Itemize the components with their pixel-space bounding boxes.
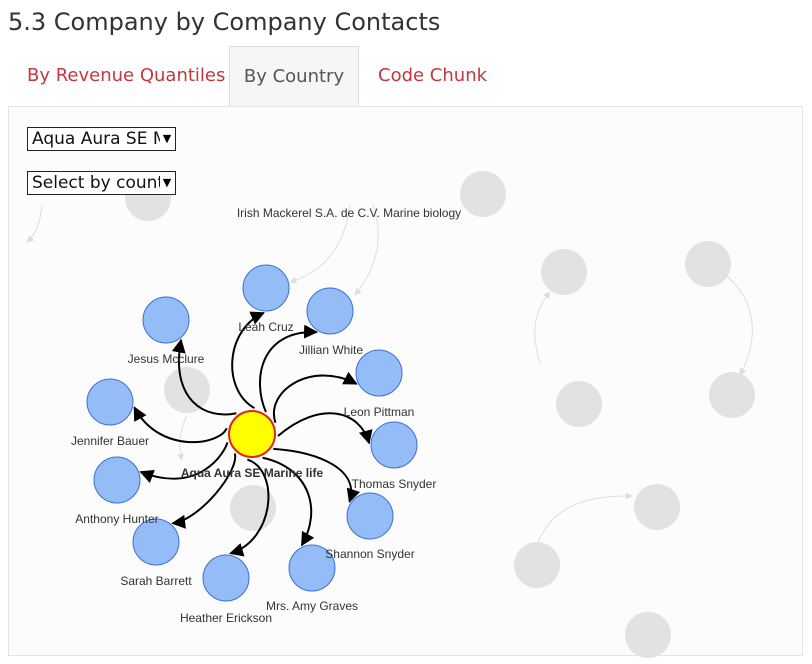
faded-edge [176, 414, 188, 461]
company-node-label: Aqua Aura SE Marine life [181, 466, 324, 480]
contact-label: Jennifer Bauer [71, 434, 149, 448]
faded-node[interactable] [164, 367, 210, 413]
contact-label: Leon Pittman [344, 405, 415, 419]
faded-node[interactable] [556, 381, 602, 427]
contact-label: Sarah Barrett [120, 574, 192, 588]
company-select[interactable]: Aqua Aura SE M ▼ [27, 127, 176, 151]
network-graph[interactable]: Irish Mackerel S.A. de C.V. Marine biolo… [0, 0, 812, 664]
faded-node[interactable] [541, 249, 587, 295]
contact-node[interactable] [242, 264, 290, 312]
contact-node[interactable] [86, 378, 134, 426]
faded-edge [26, 204, 43, 243]
contact-label: Anthony Hunter [75, 512, 158, 526]
faded-edge [536, 492, 633, 546]
contact-node[interactable] [142, 296, 190, 344]
contact-label: Thomas Snyder [352, 477, 437, 491]
company-select-value: Aqua Aura SE M [32, 129, 168, 149]
contact-label: Jesus Mcclure [128, 352, 205, 366]
contact-label: Leah Cruz [238, 320, 293, 334]
contact-node[interactable] [93, 456, 141, 504]
contact-node[interactable] [202, 554, 250, 602]
contact-label: Heather Erickson [180, 611, 272, 625]
country-select[interactable]: Select by count ▼ [27, 171, 176, 195]
faded-node[interactable] [514, 542, 560, 588]
contact-label: Mrs. Amy Graves [266, 599, 358, 613]
contact-node[interactable] [370, 421, 418, 469]
contact-node[interactable] [346, 492, 394, 540]
company-node[interactable] [228, 410, 276, 458]
faded-edge [534, 291, 551, 364]
contact-label: Jillian White [299, 343, 363, 357]
contact-node[interactable] [306, 287, 354, 335]
contact-label: Shannon Snyder [325, 547, 414, 561]
faded-node[interactable] [634, 484, 680, 530]
contact-edge [171, 453, 237, 529]
country-select-value: Select by count [32, 173, 165, 193]
faded-node-label: Irish Mackerel S.A. de C.V. Marine biolo… [237, 206, 461, 220]
faded-node[interactable] [460, 171, 506, 217]
faded-node[interactable] [709, 372, 755, 418]
chevron-down-icon: ▼ [160, 128, 174, 150]
chevron-down-icon: ▼ [160, 172, 174, 194]
faded-node[interactable] [625, 612, 671, 658]
